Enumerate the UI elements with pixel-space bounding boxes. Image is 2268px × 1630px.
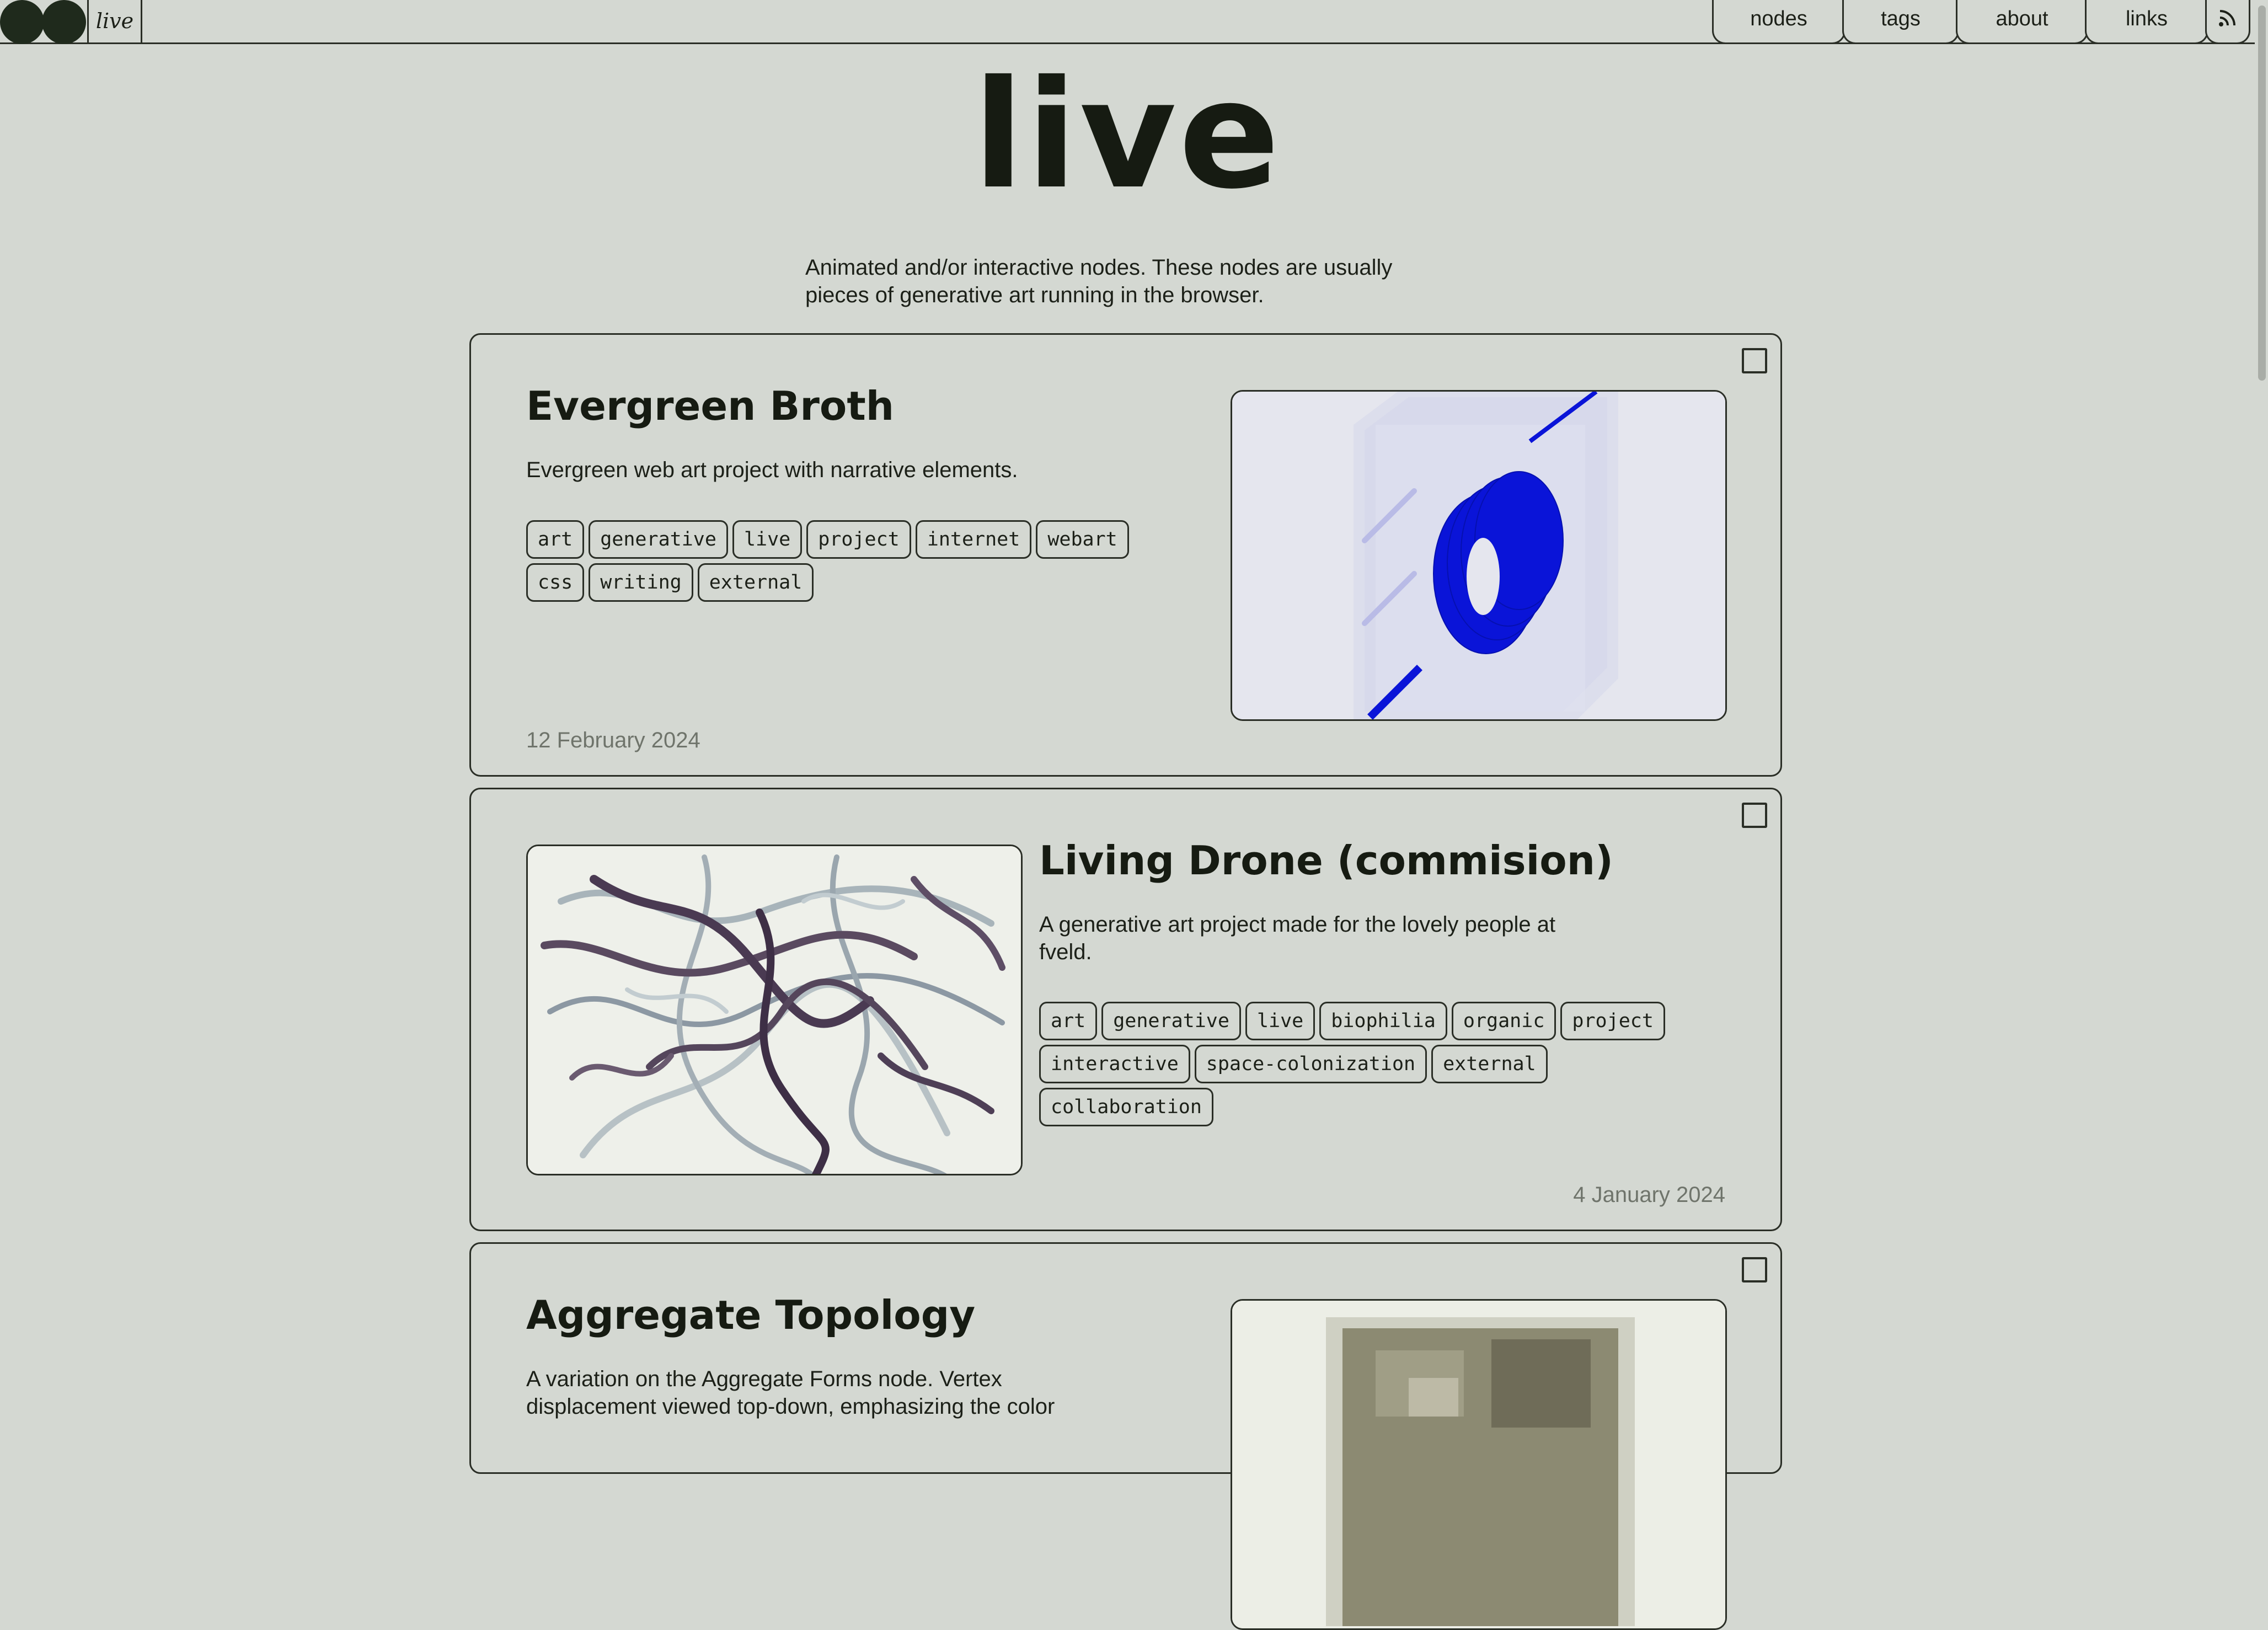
tag-chip[interactable]: internet	[915, 520, 1032, 559]
evergreen-broth-artwork	[1232, 392, 1725, 719]
card-tags: art generative live project internet web…	[526, 520, 1155, 602]
card-description: A variation on the Aggregate Forms node.…	[526, 1367, 1055, 1419]
card-thumbnail[interactable]	[526, 845, 1023, 1175]
tag-chip[interactable]: live	[1245, 1002, 1315, 1040]
tag-chip[interactable]: art	[526, 520, 585, 559]
card-date: 12 February 2024	[526, 728, 700, 752]
rss-icon	[2219, 10, 2235, 26]
card-thumbnail[interactable]	[1231, 390, 1727, 721]
nav-about[interactable]: about	[1956, 0, 2088, 44]
logo-circle-right[interactable]	[42, 0, 86, 44]
living-drone-artwork	[528, 846, 1021, 1174]
nav-links[interactable]: links	[2085, 0, 2208, 44]
card-description: A generative art project made for the lo…	[1039, 912, 1556, 964]
scrollbar-thumb[interactable]	[2258, 6, 2266, 381]
tag-chip[interactable]: generative	[1101, 1002, 1241, 1040]
card-title[interactable]: Living Drone (commision)	[1039, 836, 1613, 885]
page-description: Animated and/or interactive nodes. These…	[805, 255, 1393, 307]
card-title[interactable]: Evergreen Broth	[526, 381, 894, 431]
tag-chip[interactable]: css	[526, 563, 585, 602]
tag-chip[interactable]: live	[732, 520, 803, 559]
card-checkbox[interactable]	[1742, 1257, 1767, 1282]
tag-chip[interactable]: writing	[589, 563, 693, 602]
tag-chip[interactable]: generative	[589, 520, 728, 559]
top-bar: live nodes tags about links	[0, 0, 2255, 44]
tag-chip[interactable]: interactive	[1039, 1045, 1190, 1083]
node-card-aggregate-topology[interactable]: Aggregate Topology A variation on the Ag…	[469, 1242, 1782, 1630]
logo-circle-left[interactable]	[0, 0, 44, 44]
card-thumbnail[interactable]	[1231, 1299, 1727, 1630]
tag-chip[interactable]: external	[697, 563, 814, 602]
card-description: Evergreen web art project with narrative…	[526, 458, 1018, 482]
card-checkbox[interactable]	[1742, 348, 1767, 373]
card-checkbox[interactable]	[1742, 803, 1767, 828]
card-tags: art generative live biophilia organic pr…	[1039, 1002, 1723, 1126]
site-label[interactable]: live	[87, 0, 142, 44]
tag-chip[interactable]: webart	[1036, 520, 1129, 559]
tag-chip[interactable]: collaboration	[1039, 1088, 1213, 1126]
tag-chip[interactable]: external	[1431, 1045, 1548, 1083]
card-date: 4 January 2024	[1573, 1183, 1725, 1207]
tag-chip[interactable]: biophilia	[1319, 1002, 1447, 1040]
nav-tags[interactable]: tags	[1842, 0, 1959, 44]
rss-button[interactable]	[2205, 0, 2250, 44]
tag-chip[interactable]: project	[1560, 1002, 1665, 1040]
tag-chip[interactable]: organic	[1451, 1002, 1556, 1040]
tag-chip[interactable]: art	[1039, 1002, 1098, 1040]
nav-nodes[interactable]: nodes	[1712, 0, 1846, 44]
card-title[interactable]: Aggregate Topology	[526, 1290, 975, 1340]
tag-chip[interactable]: project	[806, 520, 911, 559]
scrollbar[interactable]	[2255, 0, 2268, 1419]
page-title: live	[972, 48, 1282, 222]
node-card-evergreen-broth[interactable]: Evergreen Broth Evergreen web art projec…	[469, 333, 1782, 777]
aggregate-topology-artwork	[1232, 1301, 1725, 1628]
tag-chip[interactable]: space-colonization	[1194, 1045, 1427, 1083]
node-card-living-drone[interactable]: Living Drone (commision) A generative ar…	[469, 788, 1782, 1231]
